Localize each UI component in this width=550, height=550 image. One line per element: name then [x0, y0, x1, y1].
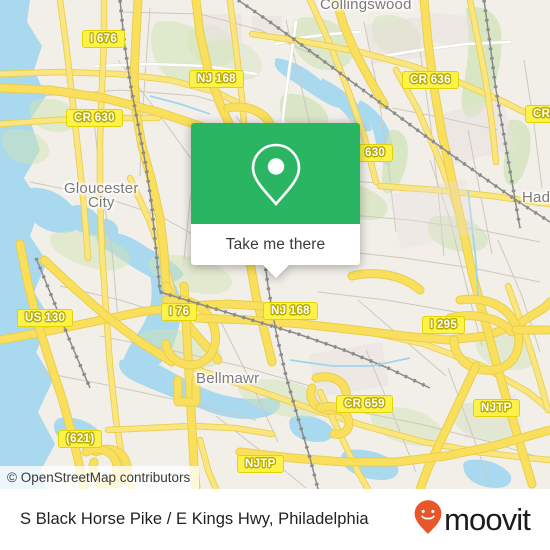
- road-shield[interactable]: I 676: [82, 30, 126, 48]
- moovit-logo[interactable]: moovit: [413, 499, 531, 540]
- road-shield[interactable]: NJTP: [473, 399, 520, 417]
- station-title: S Black Horse Pike / E Kings Hwy, Philad…: [20, 510, 369, 528]
- road-shield[interactable]: US 130: [17, 309, 74, 327]
- map-canvas[interactable]: .w { fill:#a9d9ee; } .pk { fill:#cfe3b5;…: [0, 0, 550, 489]
- place-label: Collingswood: [320, 0, 412, 13]
- take-me-there-label: Take me there: [225, 235, 326, 253]
- station-popup-card[interactable]: Take me there: [191, 123, 360, 278]
- attribution-text: © OpenStreetMap contributors: [7, 470, 191, 485]
- location-pin-icon: [247, 139, 305, 209]
- road-shield[interactable]: (621): [58, 430, 103, 448]
- road-shield[interactable]: NJ 168: [263, 302, 318, 320]
- road-shield[interactable]: CR 659: [336, 395, 393, 413]
- road-shield[interactable]: NJTP: [237, 455, 284, 473]
- road-shield[interactable]: I 295: [422, 316, 466, 334]
- road-shield[interactable]: CR 636: [402, 71, 459, 89]
- road-shield[interactable]: NJ 168: [189, 70, 244, 88]
- road-shield[interactable]: CR 5: [525, 105, 550, 123]
- bottom-bar: S Black Horse Pike / E Kings Hwy, Philad…: [0, 489, 550, 550]
- place-label: City: [88, 194, 115, 211]
- place-label: Hado: [522, 189, 550, 206]
- popup-photo-area: [191, 123, 360, 224]
- take-me-there-button[interactable]: Take me there: [191, 224, 360, 265]
- road-shield[interactable]: I 76: [161, 303, 198, 321]
- road-shield[interactable]: CR 630: [66, 109, 123, 127]
- moovit-station-map-screen: .w { fill:#a9d9ee; } .pk { fill:#cfe3b5;…: [0, 0, 550, 550]
- popup-card-pointer: [261, 264, 290, 278]
- moovit-pin-icon: [413, 499, 443, 540]
- map-attribution[interactable]: © OpenStreetMap contributors: [0, 466, 200, 489]
- road-shield[interactable]: 630: [357, 144, 394, 162]
- moovit-wordmark: moovit: [444, 502, 531, 537]
- place-label: Bellmawr: [196, 370, 260, 387]
